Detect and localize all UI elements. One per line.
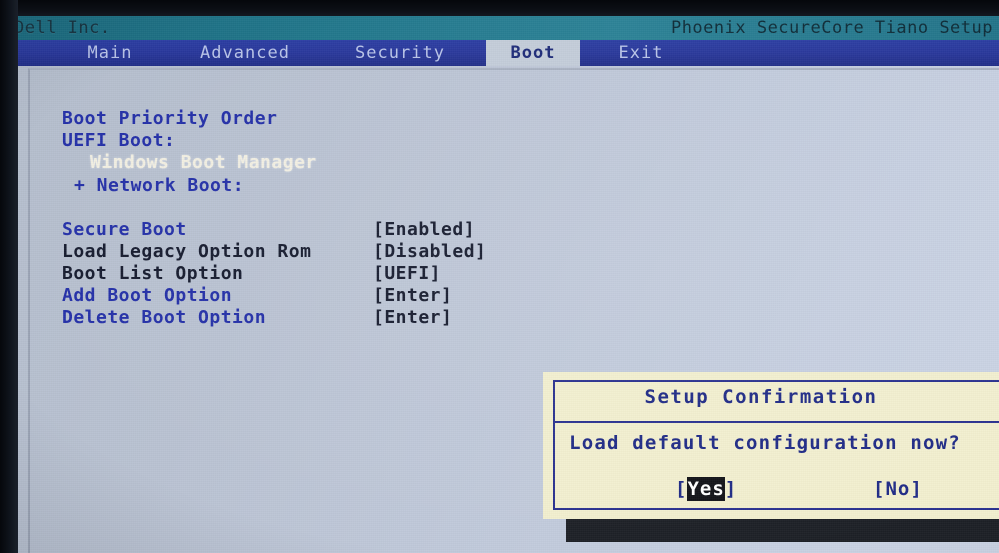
tab-exit[interactable]: Exit <box>596 40 686 66</box>
tab-main[interactable]: Main <box>62 40 158 66</box>
screen-bezel-left <box>0 0 18 553</box>
setting-value-add-boot-option[interactable]: [Enter] <box>373 285 452 306</box>
title-bar: Dell Inc. Phoenix SecureCore Tiano Setup <box>0 16 999 40</box>
dialog-button-row: [Yes] [No] <box>555 477 985 506</box>
dialog-title: Setup Confirmation <box>644 386 878 408</box>
setting-value-load-legacy-option-rom[interactable]: [Disabled] <box>373 241 486 262</box>
tab-security[interactable]: Security <box>332 40 468 66</box>
bracket-close: ] <box>724 478 738 500</box>
dialog-message: Load default configuration now? <box>569 432 961 454</box>
setting-label-add-boot-option[interactable]: Add Boot Option <box>62 285 232 306</box>
setting-label-boot-list-option[interactable]: Boot List Option <box>62 263 243 284</box>
boot-priority-order-heading: Boot Priority Order <box>62 108 278 129</box>
tab-boot[interactable]: Boot <box>486 40 580 66</box>
setting-value-delete-boot-option[interactable]: [Enter] <box>373 307 452 328</box>
dialog-inner-border: Setup Confirmation Load default configur… <box>553 380 999 510</box>
vendor-label: Dell Inc. <box>14 18 111 38</box>
bracket-open: [ <box>675 478 688 500</box>
dialog-divider <box>555 421 999 423</box>
network-boot-group-label[interactable]: + Network Boot: <box>74 175 244 196</box>
dialog-yes-label: Yes <box>687 477 725 501</box>
setting-label-load-legacy-option-rom[interactable]: Load Legacy Option Rom <box>62 241 311 262</box>
menu-tab-bar: Main Advanced Security Boot Exit <box>0 40 999 66</box>
uefi-boot-group-label[interactable]: UEFI Boot: <box>62 130 175 151</box>
setting-label-secure-boot[interactable]: Secure Boot <box>62 219 187 240</box>
dialog-yes-button[interactable]: [Yes] <box>675 477 738 501</box>
boot-entry-windows-boot-manager[interactable]: Windows Boot Manager <box>90 152 317 173</box>
setting-label-delete-boot-option[interactable]: Delete Boot Option <box>62 307 266 328</box>
tab-advanced[interactable]: Advanced <box>178 40 312 66</box>
product-title: Phoenix SecureCore Tiano Setup <box>670 18 993 38</box>
dialog-drop-shadow <box>566 516 999 542</box>
bios-setup-screen: Dell Inc. Phoenix SecureCore Tiano Setup… <box>0 0 999 553</box>
screen-bezel-top <box>0 0 999 16</box>
setting-value-boot-list-option[interactable]: [UEFI] <box>373 263 441 284</box>
setup-confirmation-dialog: Setup Confirmation Load default configur… <box>543 372 999 519</box>
setting-value-secure-boot[interactable]: [Enabled] <box>373 219 475 240</box>
dialog-no-button[interactable]: [No] <box>873 478 923 500</box>
